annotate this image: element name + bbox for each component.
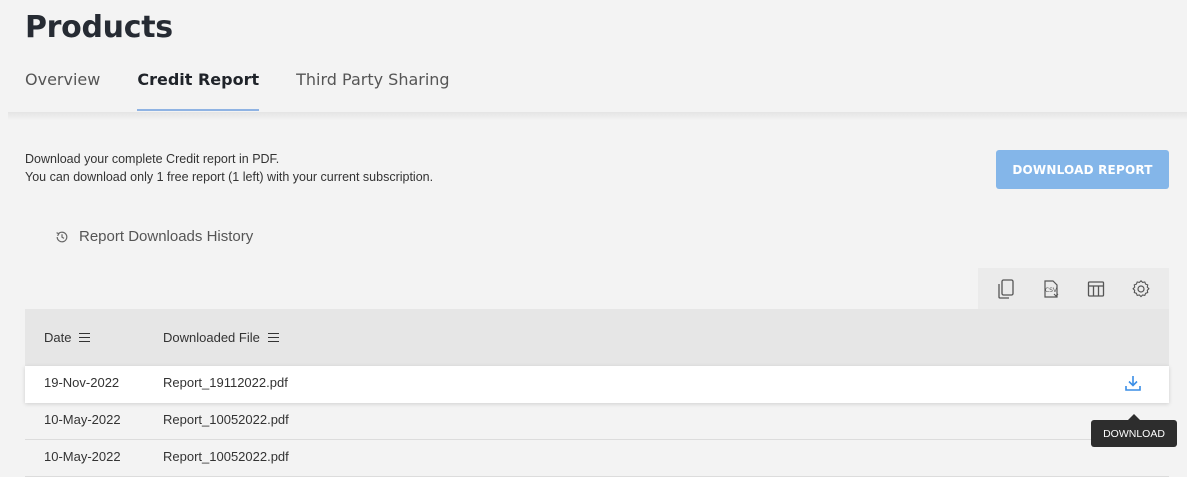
page-title: Products bbox=[25, 10, 173, 45]
cell-date: 19-Nov-2022 bbox=[44, 375, 120, 390]
table-row[interactable]: 10-May-2022 Report_10052022.pdf bbox=[25, 403, 1169, 440]
tab-bar: Overview Credit Report Third Party Shari… bbox=[25, 60, 487, 112]
history-icon bbox=[56, 231, 68, 242]
table-row[interactable]: 19-Nov-2022 Report_19112022.pdf bbox=[25, 366, 1169, 403]
cell-file: Report_10052022.pdf bbox=[163, 449, 289, 464]
cell-file: Report_19112022.pdf bbox=[163, 375, 288, 390]
tab-credit-report[interactable]: Credit Report bbox=[137, 60, 259, 112]
column-header-date[interactable]: Date bbox=[44, 330, 91, 345]
table-row[interactable]: 10-May-2022 Report_10052022.pdf bbox=[25, 440, 1169, 477]
download-icon[interactable] bbox=[1122, 372, 1144, 394]
cell-file: Report_10052022.pdf bbox=[163, 412, 289, 427]
tab-overview[interactable]: Overview bbox=[25, 60, 100, 112]
download-report-button[interactable]: DOWNLOAD REPORT bbox=[996, 150, 1169, 189]
cell-date: 10-May-2022 bbox=[44, 449, 121, 464]
tab-third-party-sharing[interactable]: Third Party Sharing bbox=[296, 60, 449, 112]
svg-text:CSV: CSV bbox=[1045, 287, 1058, 294]
column-menu-icon[interactable] bbox=[267, 332, 279, 343]
download-tooltip: DOWNLOAD bbox=[1091, 414, 1177, 447]
downloads-table: Date Downloaded File 19-Nov-2022 Report_… bbox=[25, 309, 1169, 477]
copy-icon[interactable] bbox=[993, 276, 1019, 302]
description-line-1: Download your complete Credit report in … bbox=[25, 152, 280, 166]
columns-icon[interactable] bbox=[1083, 276, 1109, 302]
table-header: Date Downloaded File bbox=[25, 309, 1169, 366]
csv-export-icon[interactable]: CSV bbox=[1038, 276, 1064, 302]
cell-date: 10-May-2022 bbox=[44, 412, 121, 427]
report-description: Download your complete Credit report in … bbox=[25, 150, 433, 186]
column-header-file[interactable]: Downloaded File bbox=[163, 330, 279, 345]
tabs-divider bbox=[8, 112, 1187, 120]
description-line-2: You can download only 1 free report (1 l… bbox=[25, 170, 434, 184]
history-link-label: Report Downloads History bbox=[79, 228, 254, 245]
column-menu-icon[interactable] bbox=[79, 332, 91, 343]
column-header-date-label: Date bbox=[44, 330, 72, 345]
table-toolbar: CSV bbox=[978, 268, 1169, 309]
column-header-file-label: Downloaded File bbox=[163, 330, 260, 345]
report-downloads-history-link[interactable]: Report Downloads History bbox=[55, 228, 253, 245]
settings-icon[interactable] bbox=[1128, 276, 1154, 302]
